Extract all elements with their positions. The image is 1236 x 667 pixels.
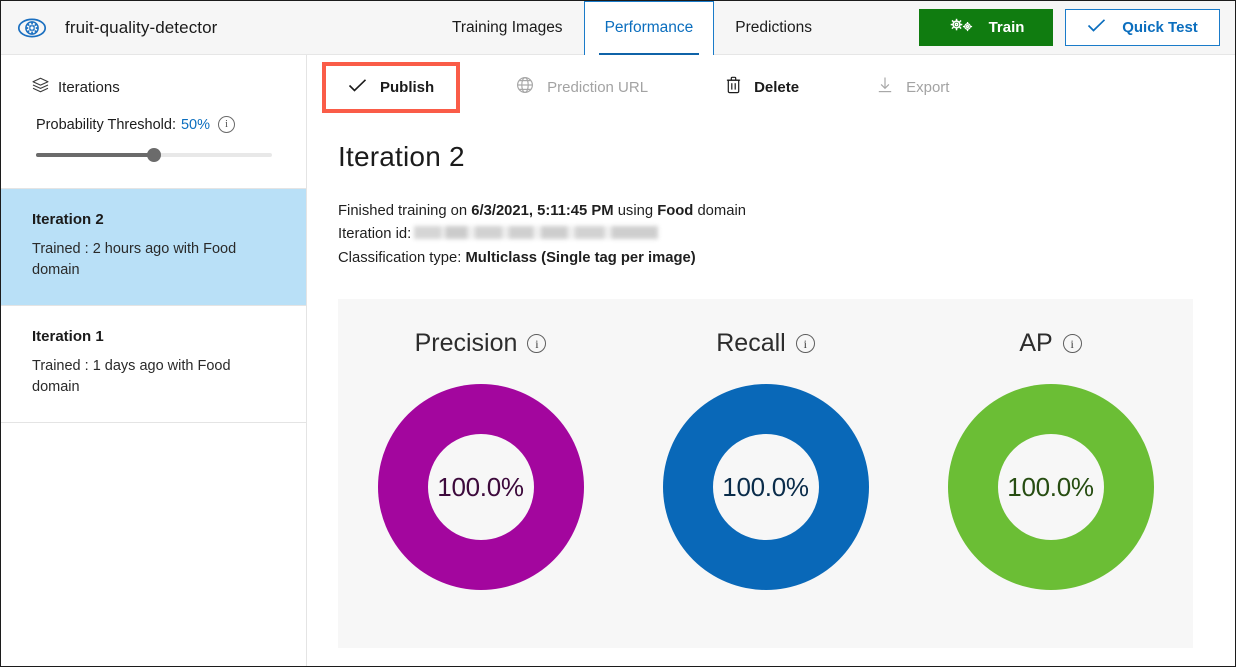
donut-hole: 100.0% [713,434,819,540]
check-icon [1087,18,1106,37]
metric-precision: Precision i 100.0% [338,299,623,590]
finished-mid: using [614,203,658,219]
app-header: fruit-quality-detector Training Images P… [1,1,1235,55]
iteration-details: Iteration 2 Finished training on 6/3/202… [308,141,1235,648]
info-icon[interactable]: i [796,334,815,353]
layers-icon [32,77,49,98]
iteration-detail: Trained : 2 hours ago with Food domain [32,239,248,281]
threshold-label-text: Probability Threshold: [36,117,176,133]
prediction-url-label: Prediction URL [547,79,648,96]
header-actions: Train Quick Test [919,9,1235,46]
metric-label-text: Recall [716,329,785,358]
quick-test-button[interactable]: Quick Test [1065,9,1220,46]
donut-hole: 100.0% [428,434,534,540]
donut-hole: 100.0% [998,434,1104,540]
delete-button[interactable]: Delete [708,64,817,110]
finished-training-line: Finished training on 6/3/2021, 5:11:45 P… [338,200,1235,223]
metric-value: 100.0% [722,472,808,503]
donut-chart-recall: 100.0% [663,384,869,590]
metric-label: AP i [1019,329,1081,358]
page-title: Iteration 2 [338,141,1235,173]
iteration-toolbar: Publish Prediction URL [308,55,1235,119]
finished-suffix: domain [693,203,746,219]
download-icon [877,76,893,98]
iteration-meta: Finished training on 6/3/2021, 5:11:45 P… [338,200,1235,270]
slider-fill [36,153,154,157]
threshold-value: 50% [181,117,210,133]
donut-chart-ap: 100.0% [948,384,1154,590]
metric-value: 100.0% [1007,472,1093,503]
iteration-detail: Trained : 1 days ago with Food domain [32,356,248,398]
metric-label-text: AP [1019,329,1052,358]
tab-performance[interactable]: Performance [584,1,715,55]
trash-icon [726,76,741,98]
classification-value: Multiclass (Single tag per image) [465,250,695,266]
main-tabs: Training Images Performance Predictions [431,1,833,55]
sidebar-item-iteration-1[interactable]: Iteration 1 Trained : 1 days ago with Fo… [1,306,306,423]
iteration-name: Iteration 1 [32,328,276,345]
check-icon [348,78,367,97]
slider-thumb[interactable] [147,148,161,162]
probability-threshold-block: Probability Threshold: 50% i [1,98,306,162]
prediction-url-button[interactable]: Prediction URL [498,64,666,110]
probability-threshold-slider[interactable] [36,148,272,162]
info-icon[interactable]: i [527,334,546,353]
probability-threshold-label: Probability Threshold: 50% i [36,116,272,133]
tab-predictions[interactable]: Predictions [714,1,833,55]
train-button-label: Train [989,19,1025,36]
export-button[interactable]: Export [859,64,967,110]
iteration-id-line: Iteration id: [338,223,1235,246]
train-button[interactable]: Train [919,9,1053,46]
sidebar-item-iteration-2[interactable]: Iteration 2 Trained : 2 hours ago with F… [1,189,306,306]
metric-label: Precision i [415,329,547,358]
quick-test-button-label: Quick Test [1122,19,1198,36]
project-title: fruit-quality-detector [65,18,217,38]
info-icon[interactable]: i [1063,334,1082,353]
export-button-label: Export [906,79,949,96]
iteration-id-label: Iteration id: [338,226,411,242]
eye-gear-icon [17,13,47,43]
classification-type-line: Classification type: Multiclass (Single … [338,247,1235,270]
publish-button-label: Publish [380,79,434,96]
finished-domain: Food [657,203,693,219]
metric-ap: AP i 100.0% [908,299,1193,590]
gears-icon [948,16,975,39]
delete-button-label: Delete [754,79,799,96]
iterations-section-header: Iterations [1,55,306,98]
iteration-name: Iteration 2 [32,211,276,228]
info-icon[interactable]: i [218,116,235,133]
publish-button[interactable]: Publish [326,66,456,109]
iteration-id-redacted [414,226,658,239]
app-window: fruit-quality-detector Training Images P… [0,0,1236,667]
finished-prefix: Finished training on [338,203,471,219]
globe-icon [516,76,534,98]
sidebar: Iterations Probability Threshold: 50% i … [1,55,307,666]
finished-date: 6/3/2021, 5:11:45 PM [471,203,613,219]
metric-label-text: Precision [415,329,518,358]
metric-label: Recall i [716,329,814,358]
donut-chart-precision: 100.0% [378,384,584,590]
brand: fruit-quality-detector [1,13,431,43]
metric-recall: Recall i 100.0% [623,299,908,590]
metric-value: 100.0% [437,472,523,503]
classification-label: Classification type: [338,250,465,266]
iterations-label: Iterations [58,79,120,96]
main-content: Publish Prediction URL [308,55,1235,666]
metrics-panel: Precision i 100.0% Recall i [338,299,1193,648]
tab-training-images[interactable]: Training Images [431,1,584,55]
